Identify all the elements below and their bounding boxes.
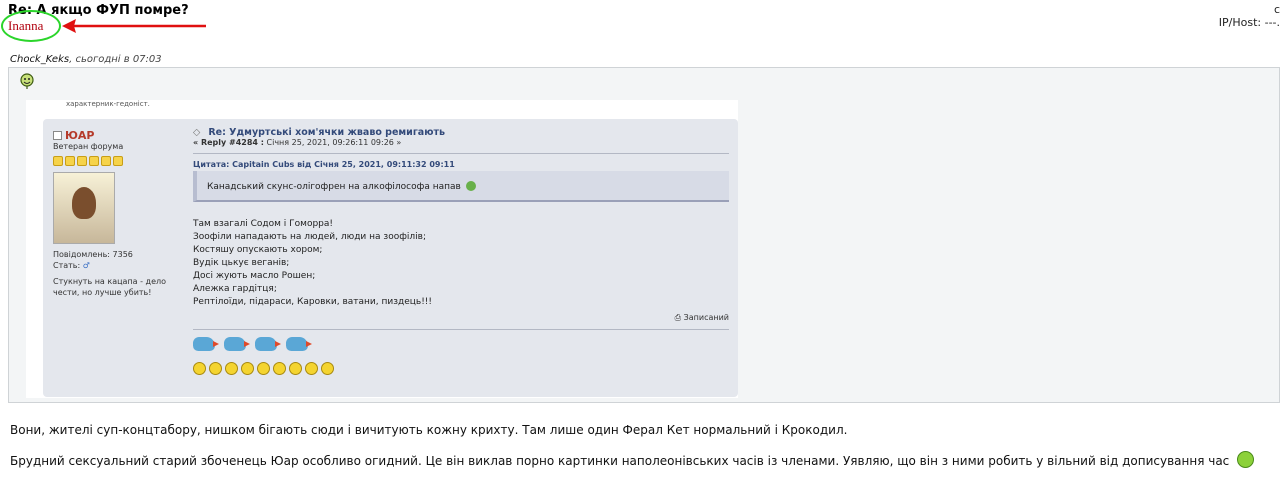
post-line: Там взагалі Содом і Гоморра!: [193, 219, 333, 229]
poster-gender: Стать: ♂: [53, 261, 183, 270]
embedded-forum-screenshot: характерник-гедоніст. ЮАР Ветеран форума…: [26, 100, 738, 398]
gender-label: Стать:: [53, 261, 81, 270]
separator: [193, 153, 729, 154]
post-line: Вудік цькує веганів;: [193, 258, 290, 268]
emoji-icon: [465, 181, 476, 191]
poster-name: ЮАР: [53, 129, 183, 142]
quote-date: , сьогодні в 07:03: [69, 54, 162, 65]
poster-posts: Повідомлень: 7356: [53, 250, 133, 259]
post-line: Костяшу опускають хором;: [193, 245, 323, 255]
forum-post: Re: Удмуртські хом'ячки жваво ремигають …: [193, 127, 729, 379]
saved-label: ⎙ Записаний: [674, 313, 729, 322]
green-smiley-icon: [1237, 451, 1255, 468]
body-paragraph-2: Брудний сексуальний старий збоченець Юар…: [10, 451, 1255, 468]
rank-stars: [53, 156, 183, 167]
iphost-value: ---.: [1264, 16, 1280, 29]
iphost-label: IP/Host:: [1218, 16, 1262, 29]
body-paragraph-1: Вони, жителі суп-концтабору, нишком біга…: [10, 423, 848, 437]
post-line: Досі жують масло Рошен;: [193, 271, 316, 281]
corner-text: с: [1273, 3, 1280, 16]
smiley-emoji-row: [193, 360, 729, 379]
post-line: Зоофіли нападають на людей, люди на зооф…: [193, 232, 426, 242]
screenshot-top-line: характерник-гедоніст.: [66, 100, 150, 108]
poster-avatar: [53, 172, 115, 244]
forum-post-panel: ЮАР Ветеран форума Повідомлень: 7356 Ста…: [43, 119, 738, 397]
separator: [193, 329, 729, 330]
forum-post-info: « Reply #4284 : Січня 25, 2021, 09:26:11…: [193, 138, 729, 147]
reply-date: Січня 25, 2021, 09:26:11 09:26 »: [266, 138, 402, 147]
annotation-arrow: [62, 19, 206, 33]
post-text: Там взагалі Содом і Гоморра! Зоофіли нап…: [193, 218, 729, 309]
post-line: Рептілоїди, підараси, Каровки, ватани, п…: [193, 297, 433, 307]
quote-text: Канадський скунс-олігофрен на алкофілосо…: [207, 182, 461, 192]
forum-post-title: Re: Удмуртські хом'ячки жваво ремигають: [193, 127, 729, 138]
bird-emoji-row: [193, 336, 729, 355]
smiley-icon: [20, 73, 34, 89]
highlight-ellipse: [1, 10, 61, 42]
post-meta: с IP/Host: ---.: [1219, 3, 1280, 29]
quote-author[interactable]: Chock_Keks: [10, 54, 69, 65]
poster-info: ЮАР Ветеран форума Повідомлень: 7356 Ста…: [53, 129, 183, 298]
quote-header: Chock_Keks, сьогодні в 07:03: [10, 54, 162, 65]
poster-signature: Стукнуть на кацапа - дело чести, но лучш…: [53, 277, 167, 297]
quote-body: Канадський скунс-олігофрен на алкофілосо…: [193, 171, 729, 202]
post-line: Алежка гардітця;: [193, 284, 277, 294]
quote-label: Цитата: Capitain Cubs від Січня 25, 2021…: [193, 160, 455, 169]
reply-label: « Reply #4284 :: [193, 138, 264, 147]
poster-rank: Ветеран форума: [53, 142, 124, 151]
male-icon: ♂: [82, 261, 90, 270]
